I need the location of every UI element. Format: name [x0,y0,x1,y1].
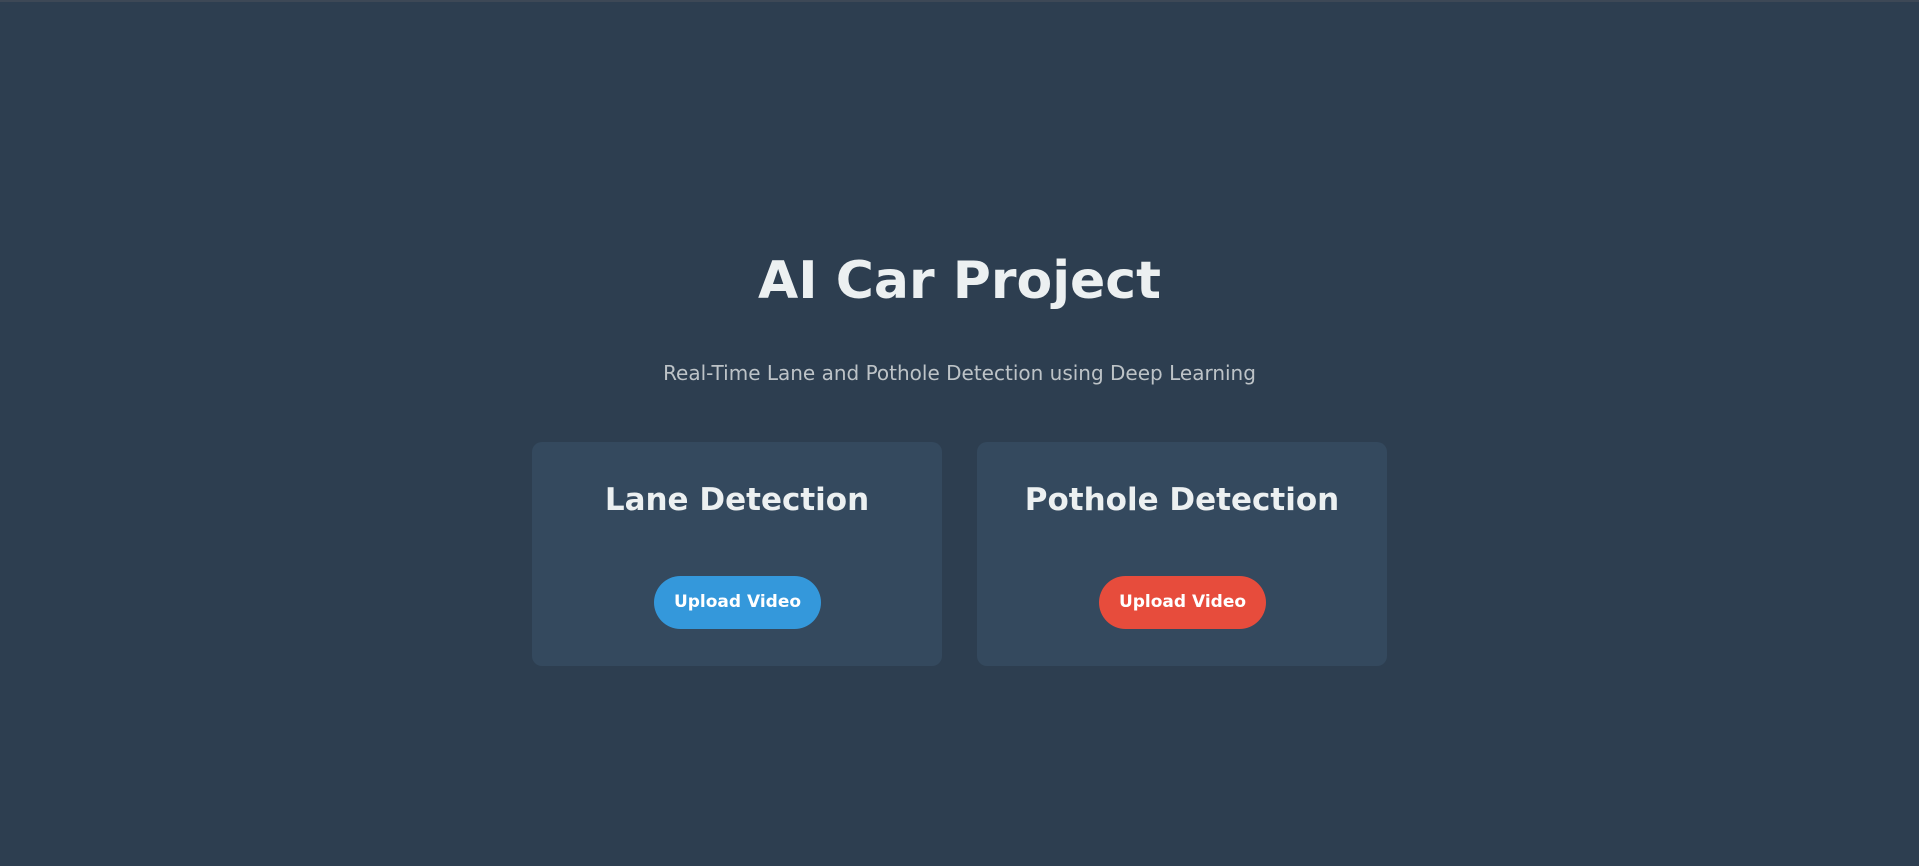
lane-detection-card: Lane Detection Upload Video [532,442,942,666]
lane-detection-title: Lane Detection [604,482,870,518]
pothole-detection-title: Pothole Detection [1024,482,1340,518]
page-title: AI Car Project [758,251,1161,311]
lane-upload-video-button[interactable]: Upload Video [654,576,821,629]
pothole-upload-video-button[interactable]: Upload Video [1099,576,1266,629]
top-border [0,0,1919,2]
page-subtitle: Real-Time Lane and Pothole Detection usi… [663,361,1256,385]
pothole-detection-card: Pothole Detection Upload Video [977,442,1387,666]
